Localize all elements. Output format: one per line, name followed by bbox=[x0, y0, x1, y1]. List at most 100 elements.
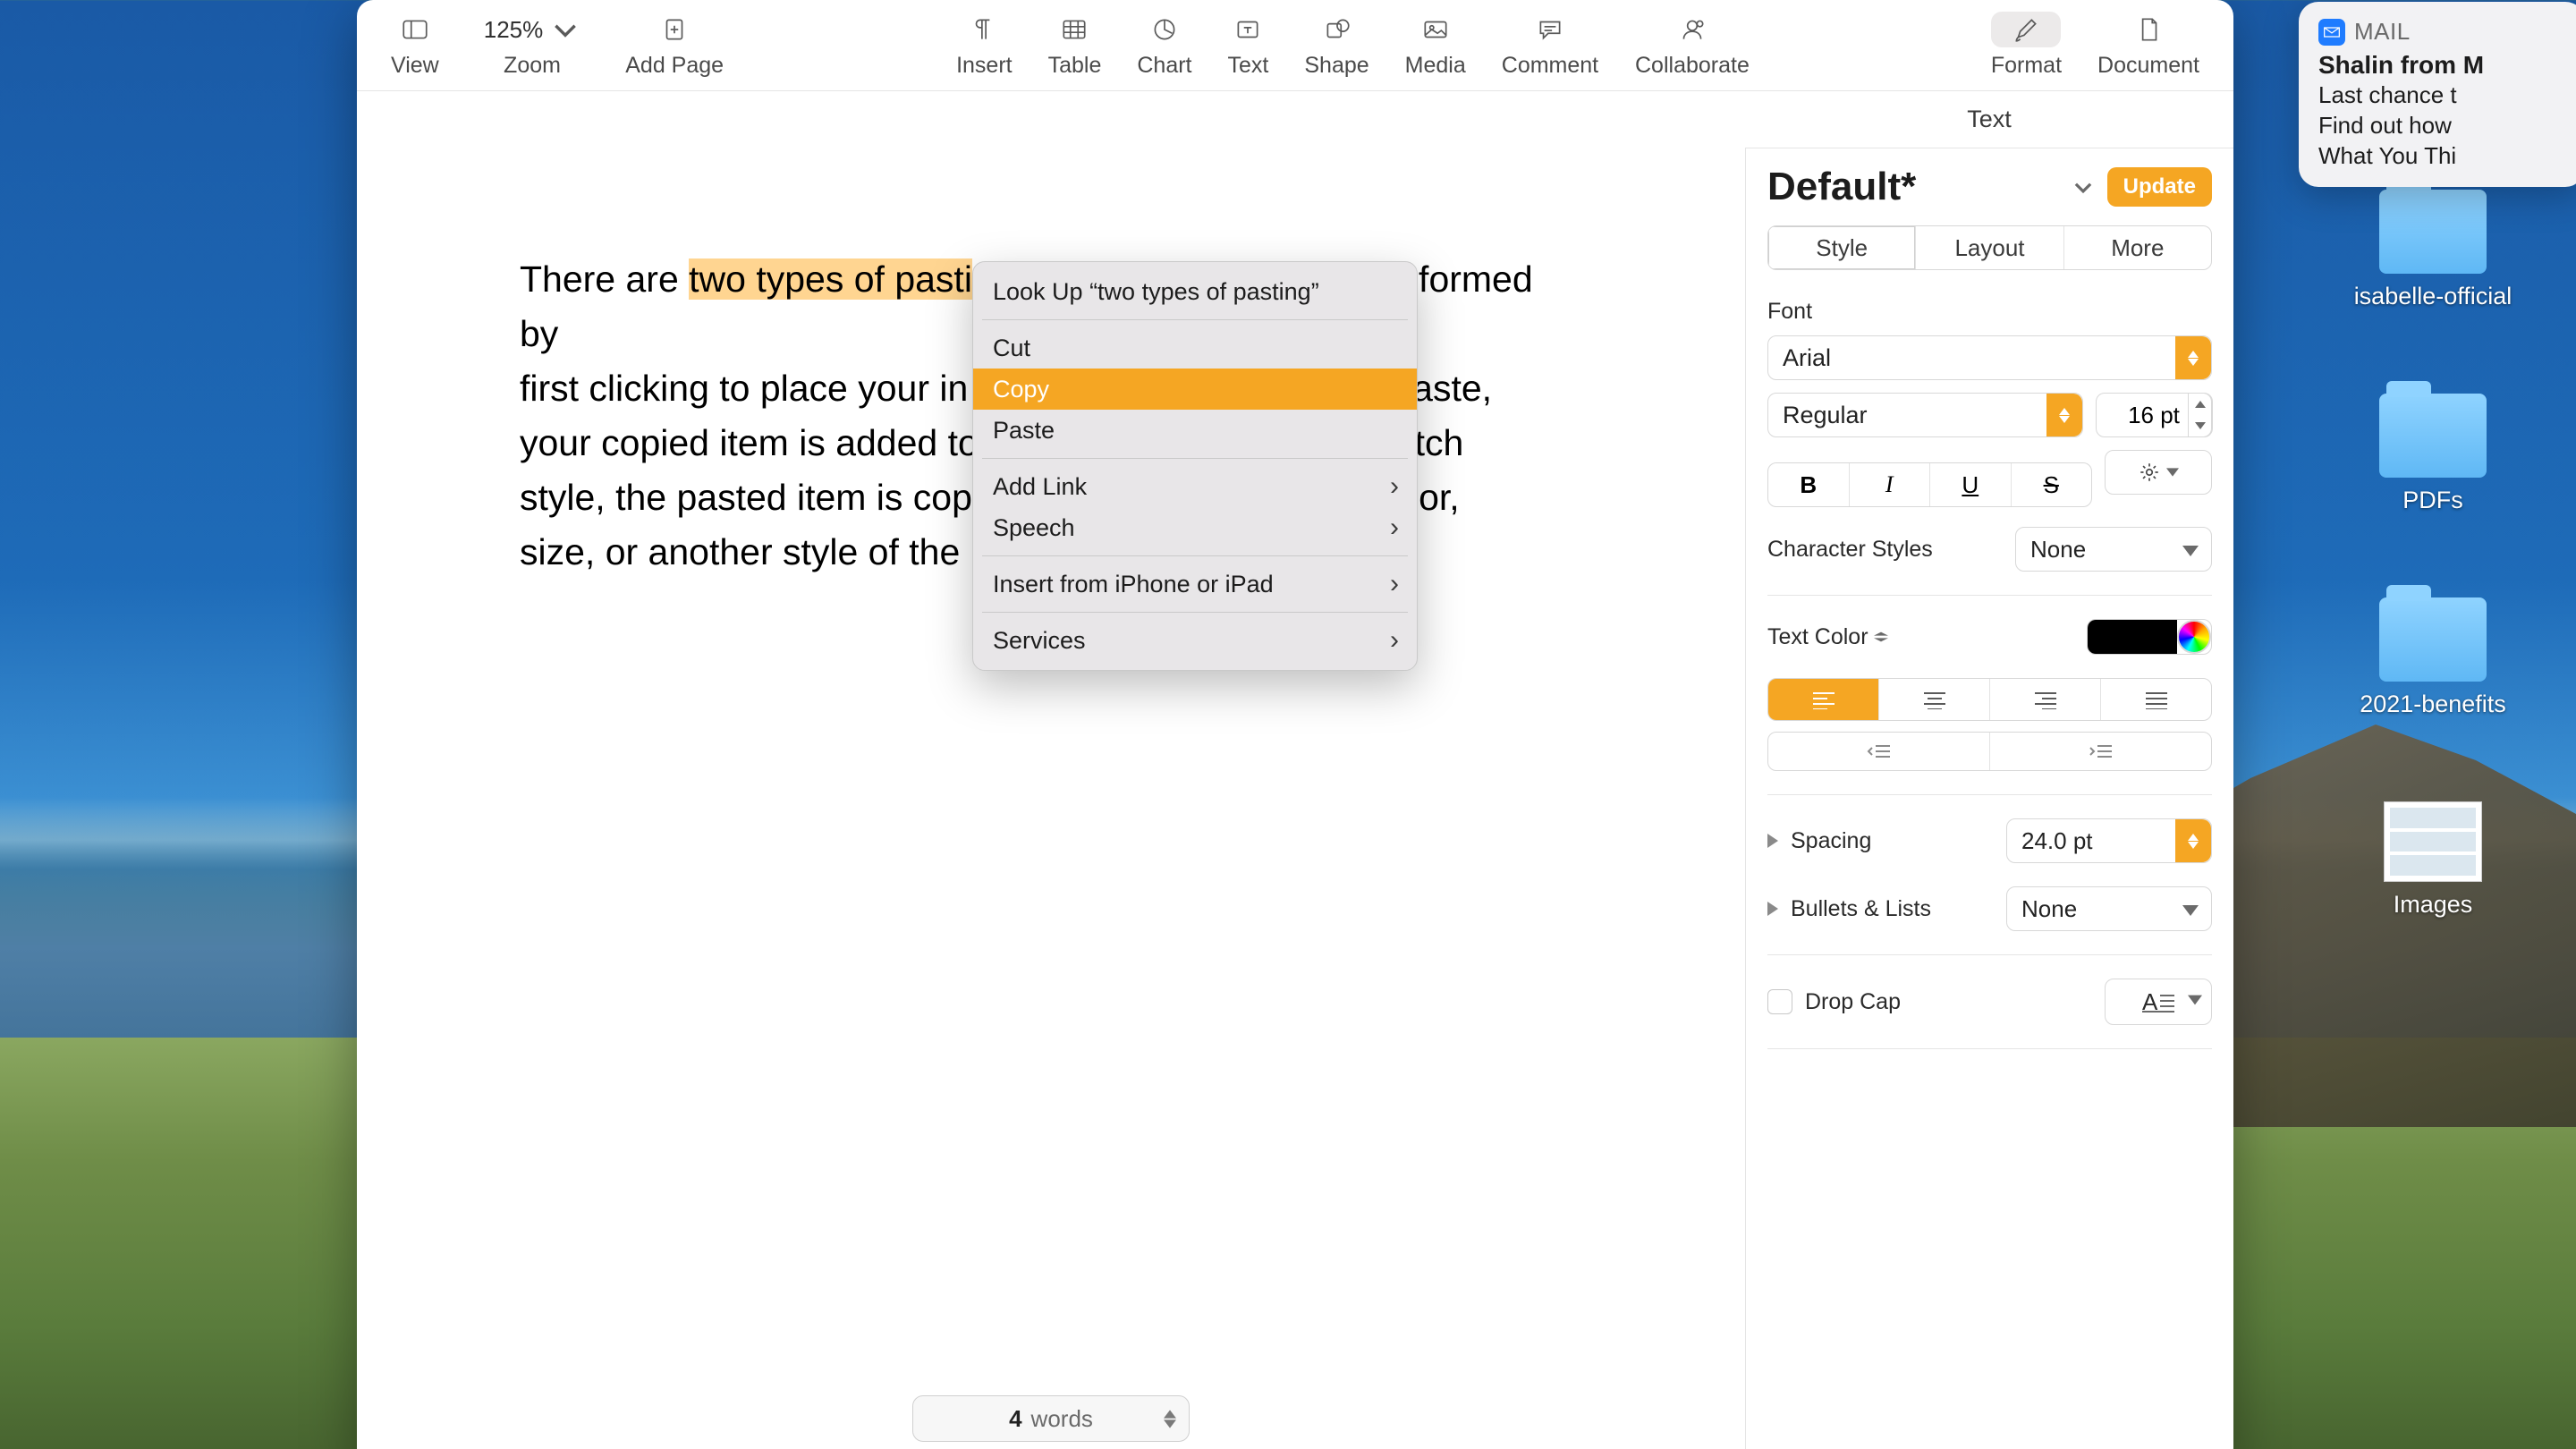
menu-separator bbox=[982, 555, 1408, 556]
notification-line: Last chance t bbox=[2318, 80, 2565, 110]
tab-style[interactable]: Style bbox=[1768, 226, 1916, 269]
inspector-tab-text[interactable]: Text bbox=[1745, 91, 2233, 148]
font-size-field[interactable]: 16 pt bbox=[2096, 393, 2212, 437]
align-justify-button[interactable] bbox=[2101, 679, 2211, 720]
text-run: style, the pasted item is cop bbox=[520, 477, 972, 518]
toolbar-label: Shape bbox=[1304, 53, 1368, 79]
indent-button[interactable] bbox=[1990, 733, 2211, 770]
context-services[interactable]: Services bbox=[973, 620, 1417, 661]
toolbar-label: Add Page bbox=[625, 53, 724, 79]
format-inspector: Default* Update Style Layout More Font A… bbox=[1745, 148, 2233, 1449]
mail-app-icon bbox=[2318, 19, 2345, 46]
font-section-label: Font bbox=[1767, 299, 2212, 325]
chart-button[interactable]: Chart bbox=[1119, 12, 1209, 79]
font-family-value: Arial bbox=[1783, 344, 1831, 372]
toolbar-label: Text bbox=[1228, 53, 1269, 79]
font-size-stepper[interactable] bbox=[2188, 393, 2213, 437]
color-wheel-icon[interactable] bbox=[2177, 620, 2211, 654]
desktop-folder-isabelle[interactable]: isabelle-official bbox=[2343, 190, 2522, 310]
toolbar-label: Document bbox=[2097, 53, 2199, 79]
context-insert-from-device[interactable]: Insert from iPhone or iPad bbox=[973, 564, 1417, 605]
outdent-button[interactable] bbox=[1768, 733, 1990, 770]
text-button[interactable]: Text bbox=[1210, 12, 1287, 79]
dropcap-label: Drop Cap bbox=[1805, 989, 2092, 1015]
inspector-tab-label: Text bbox=[1967, 106, 2012, 133]
align-center-button[interactable] bbox=[1879, 679, 1990, 720]
shape-button[interactable]: Shape bbox=[1286, 12, 1386, 79]
spacing-value: 24.0 pt bbox=[2021, 827, 2093, 855]
toolbar-label: Table bbox=[1048, 53, 1102, 79]
desktop-folder-images[interactable]: Images bbox=[2343, 801, 2522, 919]
toolbar-label: Media bbox=[1405, 53, 1466, 79]
media-button[interactable]: Media bbox=[1387, 12, 1484, 79]
toolbar-label: Format bbox=[1991, 53, 2062, 79]
paragraph-style-picker[interactable]: Default* bbox=[1767, 165, 2095, 209]
align-left-button[interactable] bbox=[1768, 679, 1879, 720]
font-weight-picker[interactable]: Regular bbox=[1767, 393, 2083, 437]
italic-button[interactable]: I bbox=[1850, 463, 1931, 506]
collaborate-icon bbox=[1677, 12, 1707, 47]
comment-icon bbox=[1535, 12, 1565, 47]
inspector-segmented-control[interactable]: Style Layout More bbox=[1767, 225, 2212, 270]
view-button[interactable]: View bbox=[373, 12, 457, 79]
advanced-font-options-button[interactable] bbox=[2105, 450, 2212, 495]
context-lookup[interactable]: Look Up “two types of pasting” bbox=[973, 271, 1417, 312]
strikethrough-button[interactable]: S bbox=[2012, 463, 2092, 506]
add-page-button[interactable]: Add Page bbox=[607, 12, 741, 79]
text-color-label-text: Text Color bbox=[1767, 624, 1868, 650]
dropcap-checkbox[interactable] bbox=[1767, 989, 1792, 1014]
context-cut[interactable]: Cut bbox=[973, 327, 1417, 369]
chevron-down-icon bbox=[550, 14, 580, 45]
toolbar-label: Zoom bbox=[504, 53, 561, 79]
tab-layout[interactable]: Layout bbox=[1916, 226, 2063, 269]
font-family-picker[interactable]: Arial bbox=[1767, 335, 2212, 380]
spacing-row[interactable]: Spacing 24.0 pt bbox=[1767, 818, 2212, 863]
context-speech[interactable]: Speech bbox=[973, 507, 1417, 548]
update-style-button[interactable]: Update bbox=[2107, 167, 2212, 207]
bold-button[interactable]: B bbox=[1768, 463, 1850, 506]
document-icon bbox=[2133, 12, 2164, 47]
context-paste[interactable]: Paste bbox=[973, 410, 1417, 451]
context-add-link[interactable]: Add Link bbox=[973, 466, 1417, 507]
pages-window: View 125% Zoom Add Page Insert Table Cha… bbox=[357, 0, 2233, 1449]
underline-button[interactable]: U bbox=[1930, 463, 2012, 506]
word-count-label: words bbox=[1031, 1405, 1093, 1433]
bullets-picker[interactable]: None bbox=[2006, 886, 2212, 931]
disclosure-triangle-icon bbox=[1767, 902, 1778, 916]
tab-more[interactable]: More bbox=[2064, 226, 2211, 269]
align-right-button[interactable] bbox=[1990, 679, 2101, 720]
desktop-folder-benefits[interactable]: 2021-benefits bbox=[2343, 597, 2522, 718]
desktop-folder-pdfs[interactable]: PDFs bbox=[2343, 394, 2522, 514]
desktop-folder-label: 2021-benefits bbox=[2343, 691, 2522, 718]
font-weight-value: Regular bbox=[1783, 402, 1868, 429]
stepper-icon bbox=[1164, 1410, 1176, 1428]
spacing-value-picker[interactable]: 24.0 pt bbox=[2006, 818, 2212, 863]
document-canvas[interactable]: There are two types of pasting on macOS.… bbox=[357, 91, 1745, 1449]
character-styles-picker[interactable]: None bbox=[2015, 527, 2212, 572]
mail-notification[interactable]: MAIL Shalin from M Last chance t Find ou… bbox=[2299, 2, 2576, 187]
insert-button[interactable]: Insert bbox=[938, 12, 1030, 79]
media-icon bbox=[1420, 12, 1451, 47]
chevron-down-icon bbox=[2166, 468, 2179, 477]
character-styles-value: None bbox=[2030, 536, 2086, 564]
toolbar-label: Chart bbox=[1137, 53, 1191, 79]
divider bbox=[1767, 595, 2212, 596]
zoom-button[interactable]: 125% Zoom bbox=[457, 12, 608, 79]
format-button[interactable]: Format bbox=[1973, 12, 2080, 79]
collaborate-button[interactable]: Collaborate bbox=[1617, 12, 1767, 79]
bullets-row[interactable]: Bullets & Lists None bbox=[1767, 886, 2212, 931]
word-count-pill[interactable]: 4 words bbox=[912, 1395, 1190, 1442]
context-copy[interactable]: Copy bbox=[973, 369, 1417, 410]
paintbrush-icon bbox=[1991, 12, 2061, 47]
document-button[interactable]: Document bbox=[2080, 12, 2217, 79]
text-color-swatch[interactable] bbox=[2087, 619, 2212, 655]
chevron-down-icon bbox=[2182, 536, 2199, 564]
zoom-value-control: 125% bbox=[475, 12, 590, 47]
divider bbox=[1767, 1048, 2212, 1049]
dropcap-style-picker[interactable]: A bbox=[2105, 979, 2212, 1025]
stepper-cap-icon bbox=[2175, 336, 2211, 379]
comment-button[interactable]: Comment bbox=[1484, 12, 1616, 79]
stepper-cap-icon bbox=[2046, 394, 2082, 436]
text-selection: two types of pasti bbox=[689, 258, 972, 300]
table-button[interactable]: Table bbox=[1030, 12, 1120, 79]
